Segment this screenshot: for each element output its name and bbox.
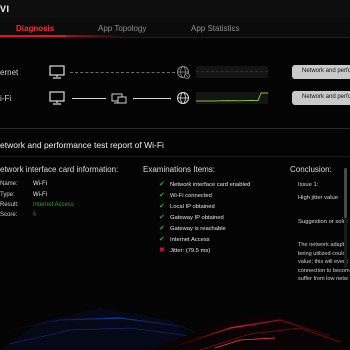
conclusion-line: The network adapte [298,242,348,248]
tab-app-topology[interactable]: App Topology [98,24,146,33]
examinations-heading: Examinations Items: [143,165,216,174]
check-icon: ✔ [159,225,165,232]
report-title: etwork and performance test report of Wi… [0,140,164,150]
nic-score-label: Score: [0,212,18,218]
conclusion-scrollbar[interactable] [344,168,347,268]
tab-app-statistics[interactable]: App Statistics [191,24,239,33]
section-divider [0,128,350,129]
conclusion-line: being utilized could [298,250,346,257]
exam-item: ✔ Network interface card enabled [159,181,251,188]
nic-result-label: Result: [0,202,19,208]
ethernet-label: ernet [0,68,19,77]
exam-item: ✔ Internet Access [159,236,210,243]
tab-indicator-fade [66,35,126,37]
computer-icon [49,65,65,79]
nic-heading: etwork interface card information: [0,165,119,174]
nic-name-label: Name: [0,181,18,187]
exam-item: ✔ Gateway is reachable [159,225,226,232]
tab-diagnosis[interactable]: Diagnosis [16,24,54,33]
conclusion-line: value; this will event [298,259,348,266]
computer-icon [49,91,65,105]
app-window: VI Diagnosis App Topology App Statistics… [0,0,350,350]
wifi-link-router-internet [133,98,171,99]
exam-item-failed: ✖ Jitter: (79.5 ms) [159,247,211,254]
ethernet-network-performance-button[interactable]: Network and perfor [292,65,350,79]
router-icon [111,93,127,104]
title-bar: VI [0,0,350,18]
ethernet-link-disconnected [70,72,175,73]
wifi-network-performance-button[interactable]: Network and perfor [292,91,350,105]
decorative-footer-art [0,308,350,350]
exam-item: ✔ Gateway IP obtained [159,214,224,221]
check-icon: ✔ [159,203,165,210]
app-title: VI [0,4,10,14]
conclusion-line: connection to becom [298,267,350,274]
ethernet-latency-graph [196,66,268,78]
conclusion-suggestion-label: Suggestion or solut [298,219,348,225]
conclusion-issue-text: High jitter value [298,195,338,201]
check-icon: ✔ [159,214,165,221]
check-icon: ✔ [159,192,165,199]
wifi-link-pc-router [72,98,106,99]
check-icon: ✔ [159,181,165,188]
nic-score-value: 6 [33,212,37,218]
scrollbar-thumb[interactable] [344,168,347,218]
globe-icon [177,92,189,104]
exam-item: ✔ Local IP obtained [159,203,215,210]
cross-icon: ✖ [159,247,165,254]
nic-type-value: Wi-Fi [33,192,47,198]
nic-type-label: Type: [0,192,15,198]
exam-item: ✔ Wi-Fi connected [159,192,212,199]
active-tab-indicator [0,35,66,37]
conclusion-body: The network adapte being utilized could … [298,241,350,284]
check-icon: ✔ [159,236,165,243]
conclusion-issue-label: Issue 1: [298,182,319,188]
wifi-latency-graph [196,92,268,104]
nic-result-value: Internet Access [33,202,75,208]
conclusion-heading: Conclusion: [290,165,332,174]
globe-icon [177,66,190,79]
wifi-label: i-Fi [0,94,12,103]
conclusion-line: suffer from low netw [298,276,348,283]
report-divider [0,156,350,157]
nic-name-value: Wi-Fi [33,181,47,187]
